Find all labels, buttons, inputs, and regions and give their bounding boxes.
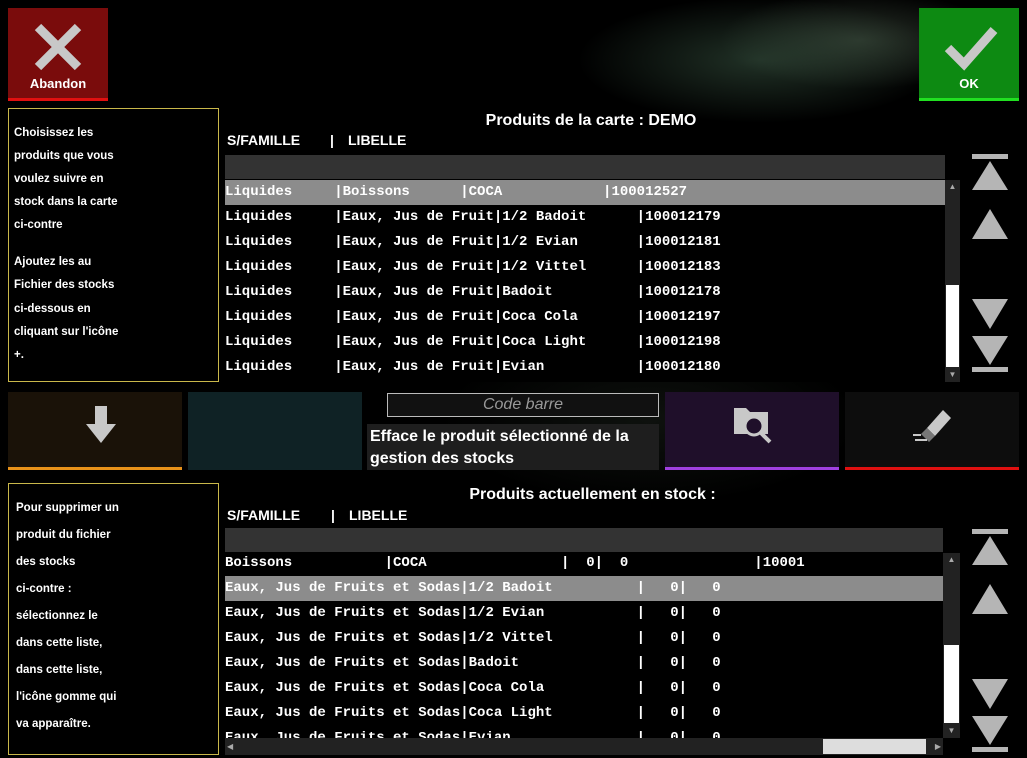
bottom-list-scrollbar[interactable]: ▲ ▼ [943,553,960,738]
scroll-left-arrow-icon[interactable]: ◀ [227,738,233,755]
erase-tooltip: Efface le produit sélectionné de la gest… [367,424,659,470]
info-line: des stocks [16,556,76,568]
column-header-libelle: LIBELLE [348,132,407,148]
list-item[interactable]: Liquides |Eaux, Jus de Fruit|1/2 Vittel … [225,255,721,280]
scroll-up-arrow-icon[interactable]: ▲ [945,180,960,194]
info-line: Pour supprimer un [16,502,119,514]
list-item[interactable]: Boissons |COCA | 0| 0 |10001 [225,551,805,576]
arrow-down-icon [86,406,116,443]
info-line: ci-contre [14,219,63,231]
column-header-sfamille: S/FAMILLE [227,132,301,148]
info-line: produit du fichier [16,529,111,541]
search-button[interactable] [665,392,839,470]
ok-label: OK [959,76,979,91]
check-icon [944,27,998,71]
list-item[interactable]: Eaux, Jus de Fruits et Sodas|1/2 Evian |… [225,601,721,626]
barcode-input[interactable]: Code barre [387,393,659,417]
scrollbar-thumb[interactable] [944,645,959,723]
info-box-bottom: Pour supprimer un produit du fichier des… [8,483,219,755]
column-separator: | [331,507,335,523]
scroll-down-arrow-icon[interactable]: ▼ [945,368,960,382]
scroll-up-arrow-icon[interactable]: ▲ [943,553,960,567]
bottom-list-title: Produits actuellement en stock : [469,486,716,503]
list-item[interactable]: Liquides |Eaux, Jus de Fruit|Evian |1000… [225,355,721,380]
folder-search-icon [734,408,772,444]
page-up-icon[interactable] [970,578,1010,618]
menu-products-list[interactable]: Liquides |Boissons |COCA |100012527 Liqu… [225,155,945,382]
list-item[interactable]: Eaux, Jus de Fruits et Sodas|1/2 Vittel … [225,626,721,651]
eraser-icon [913,410,951,442]
add-to-stock-button[interactable] [8,392,182,470]
info-line: cliquant sur l'icône [14,326,119,338]
list-item[interactable]: Eaux, Jus de Fruits et Sodas|Coca Light … [225,701,721,726]
erase-button[interactable] [845,392,1019,470]
scroll-bottom-icon[interactable] [970,334,1010,374]
stock-products-list[interactable]: Boissons |COCA | 0| 0 |10001 Eaux, Jus d… [225,528,943,738]
page-up-icon[interactable] [970,203,1010,243]
list-item[interactable]: Liquides |Eaux, Jus de Fruit|Coca Light … [225,330,721,355]
list-item[interactable]: Eaux, Jus de Fruits et Sodas|Badoit | 0|… [225,651,721,676]
scroll-bottom-icon[interactable] [970,714,1010,754]
scrollbar-thumb[interactable] [946,285,959,367]
info-line: dans cette liste, [16,664,103,676]
abandon-label: Abandon [29,76,87,91]
column-header-libelle: LIBELLE [349,507,408,523]
list-item[interactable]: Liquides |Eaux, Jus de Fruit|Badoit |100… [225,280,721,305]
page-down-icon[interactable] [970,293,1010,333]
info-line: ci-contre : [16,583,72,595]
page-down-icon[interactable] [970,673,1010,713]
info-line: Fichier des stocks [14,279,115,291]
list-item[interactable]: Liquides |Eaux, Jus de Fruit|1/2 Badoit … [225,205,721,230]
bottom-list-hscrollbar[interactable]: ◀ ▶ [225,738,943,755]
info-line: voulez suivre en [14,173,104,185]
top-list-scrollbar[interactable]: ▲ ▼ [945,180,960,382]
list-item[interactable]: Eaux, Jus de Fruits et Sodas|Evian | 0| … [225,726,721,738]
list-item[interactable]: Eaux, Jus de Fruits et Sodas|1/2 Badoit … [225,576,943,601]
scrollbar-thumb[interactable] [823,739,926,754]
scroll-right-arrow-icon[interactable]: ▶ [935,738,941,755]
list-item[interactable]: Liquides |Eaux, Jus de Fruit|Coca Cola |… [225,305,721,330]
list-item[interactable]: Liquides |Eaux, Jus de Fruit|1/2 Evian |… [225,230,721,255]
info-line: produits que vous [14,150,114,162]
column-separator: | [330,132,334,148]
info-line: dans cette liste, [16,637,103,649]
list-item[interactable]: Liquides |Boissons |COCA |100012527 [225,180,945,205]
abandon-button[interactable]: Abandon [8,8,108,101]
empty-tile [188,392,362,470]
top-list-title: Produits de la carte : DEMO [485,112,697,129]
info-line: Ajoutez les au [14,256,92,268]
info-line: +. [14,349,24,361]
ok-button[interactable]: OK [919,8,1019,101]
column-header-sfamille: S/FAMILLE [227,507,301,523]
close-icon [34,23,82,71]
info-box-top: Choisissez les produits que vous voulez … [8,108,219,382]
list-header-band [225,528,943,552]
list-item[interactable]: Eaux, Jus de Fruits et Sodas|Coca Cola |… [225,676,721,701]
scroll-down-arrow-icon[interactable]: ▼ [943,724,960,738]
info-line: l'icône gomme qui [16,691,117,703]
info-line: ci-dessous en [14,303,91,315]
info-line: va apparaître. [16,718,91,730]
list-header-band [225,155,945,179]
info-line: stock dans la carte [14,196,118,208]
info-line: sélectionnez le [16,610,98,622]
scroll-top-icon[interactable] [970,152,1010,192]
info-line: Choisissez les [14,127,94,139]
scroll-top-icon[interactable] [970,527,1010,567]
